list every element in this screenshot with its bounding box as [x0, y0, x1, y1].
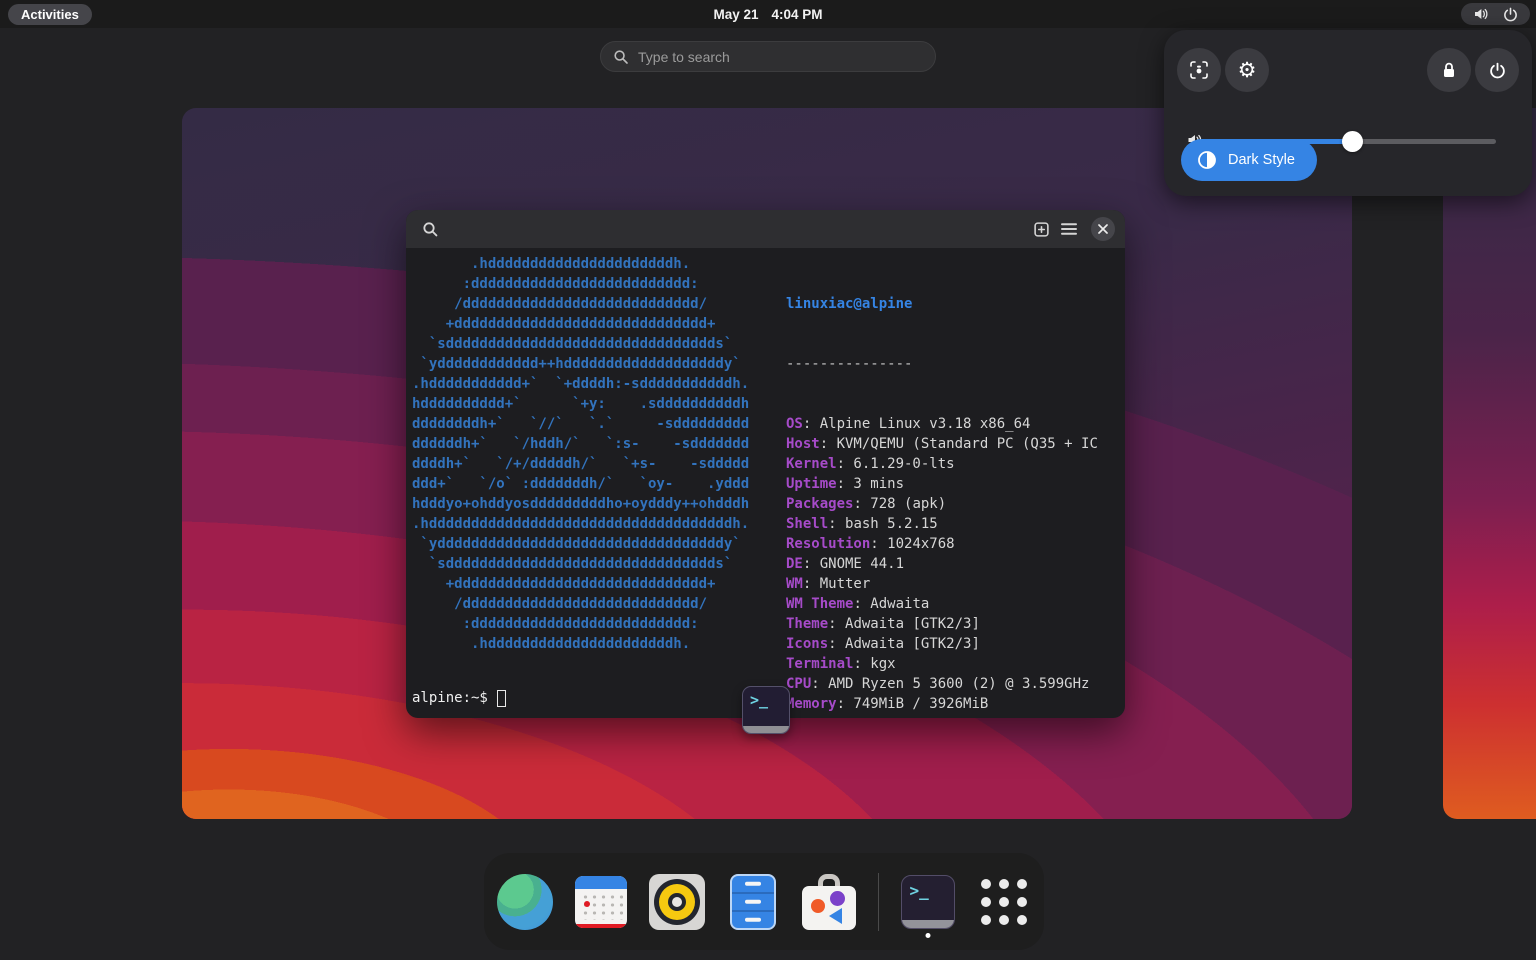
neofetch-row: Icons: Adwaita [GTK2/3] [786, 634, 1098, 654]
search-input[interactable]: Type to search [600, 41, 936, 72]
search-icon [422, 221, 439, 238]
desktop-wallpaper-next [1443, 108, 1536, 819]
terminal-prompt-glyph: >_ [750, 691, 768, 709]
console-window[interactable]: .hddddddddddddddddddddddh. :dddddddddddd… [406, 210, 1125, 718]
dock-item-console[interactable]: >_ [897, 867, 959, 937]
lock-button[interactable] [1427, 48, 1471, 92]
neofetch-row: Shell: bash 5.2.15 [786, 514, 1098, 534]
settings-button[interactable]: ⚙ [1225, 48, 1269, 92]
dock: >_ [484, 853, 1044, 950]
dock-item-files[interactable] [722, 867, 784, 937]
shell-prompt: alpine:~$ [412, 688, 506, 708]
search-icon [613, 49, 629, 65]
quick-settings-panel: ⚙ Dark Style [1164, 30, 1532, 196]
neofetch-row: Host: KVM/QEMU (Standard PC (Q35 + IC [786, 434, 1098, 454]
gear-icon: ⚙ [1238, 60, 1257, 81]
neofetch-row: Memory: 749MiB / 3926MiB [786, 694, 1098, 714]
console-headerbar[interactable] [406, 210, 1125, 248]
neofetch-row: WM: Mutter [786, 574, 1098, 594]
system-status-area[interactable] [1461, 3, 1530, 25]
software-bag-icon [802, 874, 856, 930]
neofetch-row: CPU: AMD Ryzen 5 3600 (2) @ 3.599GHz [786, 674, 1098, 694]
neofetch-row: Uptime: 3 mins [786, 474, 1098, 494]
new-tab-button[interactable] [1027, 215, 1055, 243]
neofetch-separator: --------------- [786, 354, 1098, 374]
clock[interactable]: May 21 4:04 PM [0, 0, 1536, 28]
console-window-app-icon[interactable]: >_ [742, 686, 790, 734]
neofetch-row: OS: Alpine Linux v3.18 x86_64 [786, 414, 1098, 434]
power-button[interactable] [1475, 48, 1519, 92]
dock-item-audio-player[interactable] [646, 867, 708, 937]
screenshot-button[interactable] [1177, 48, 1221, 92]
web-browser-icon [497, 874, 553, 930]
console-icon: >_ [901, 875, 955, 929]
neofetch-row: Packages: 728 (apk) [786, 494, 1098, 514]
power-icon [1503, 7, 1518, 22]
power-icon [1489, 62, 1506, 79]
terminal-search-button[interactable] [416, 215, 444, 243]
neofetch-rows: OS: Alpine Linux v3.18 x86_64Host: KVM/Q… [786, 414, 1098, 714]
top-bar: Activities May 21 4:04 PM [0, 0, 1536, 28]
volume-icon [1473, 6, 1489, 22]
close-icon [1098, 224, 1108, 234]
dock-item-calendar[interactable] [570, 867, 632, 937]
calendar-icon [575, 876, 627, 928]
lock-icon [1441, 61, 1457, 79]
menu-button[interactable] [1055, 215, 1083, 243]
speaker-icon [649, 874, 705, 930]
neofetch-row: Resolution: 1024x768 [786, 534, 1098, 554]
show-apps-button[interactable] [973, 867, 1035, 937]
app-grid-icon [981, 879, 1027, 925]
time-label: 4:04 PM [772, 7, 823, 22]
terminal-cursor [497, 690, 506, 707]
neofetch-row: DE: GNOME 44.1 [786, 554, 1098, 574]
search-placeholder: Type to search [638, 49, 730, 65]
neofetch-info: linuxiac@alpine --------------- OS: Alpi… [786, 254, 1098, 718]
volume-slider-knob[interactable] [1342, 131, 1363, 152]
date-label: May 21 [713, 7, 758, 22]
running-indicator [925, 933, 930, 938]
dark-style-toggle[interactable]: Dark Style [1181, 139, 1317, 181]
hamburger-menu-icon [1061, 222, 1077, 236]
new-tab-icon [1033, 221, 1050, 238]
terminal-content[interactable]: .hddddddddddddddddddddddh. :dddddddddddd… [406, 248, 1125, 718]
neofetch-row: Terminal: kgx [786, 654, 1098, 674]
neofetch-row: Theme: Adwaita [GTK2/3] [786, 614, 1098, 634]
dark-style-label: Dark Style [1228, 152, 1295, 168]
dock-item-web-browser[interactable] [494, 867, 556, 937]
screenshot-icon [1189, 60, 1209, 80]
dock-separator [878, 873, 879, 931]
workspace-preview-next[interactable] [1443, 108, 1536, 819]
neofetch-title: linuxiac@alpine [786, 294, 1098, 314]
ascii-art: .hddddddddddddddddddddddh. :dddddddddddd… [412, 254, 749, 654]
file-cabinet-icon [730, 874, 776, 930]
neofetch-row: WM Theme: Adwaita [786, 594, 1098, 614]
dock-item-software[interactable] [798, 867, 860, 937]
close-button[interactable] [1091, 217, 1115, 241]
neofetch-row: Kernel: 6.1.29-0-lts [786, 454, 1098, 474]
contrast-icon [1197, 150, 1217, 170]
